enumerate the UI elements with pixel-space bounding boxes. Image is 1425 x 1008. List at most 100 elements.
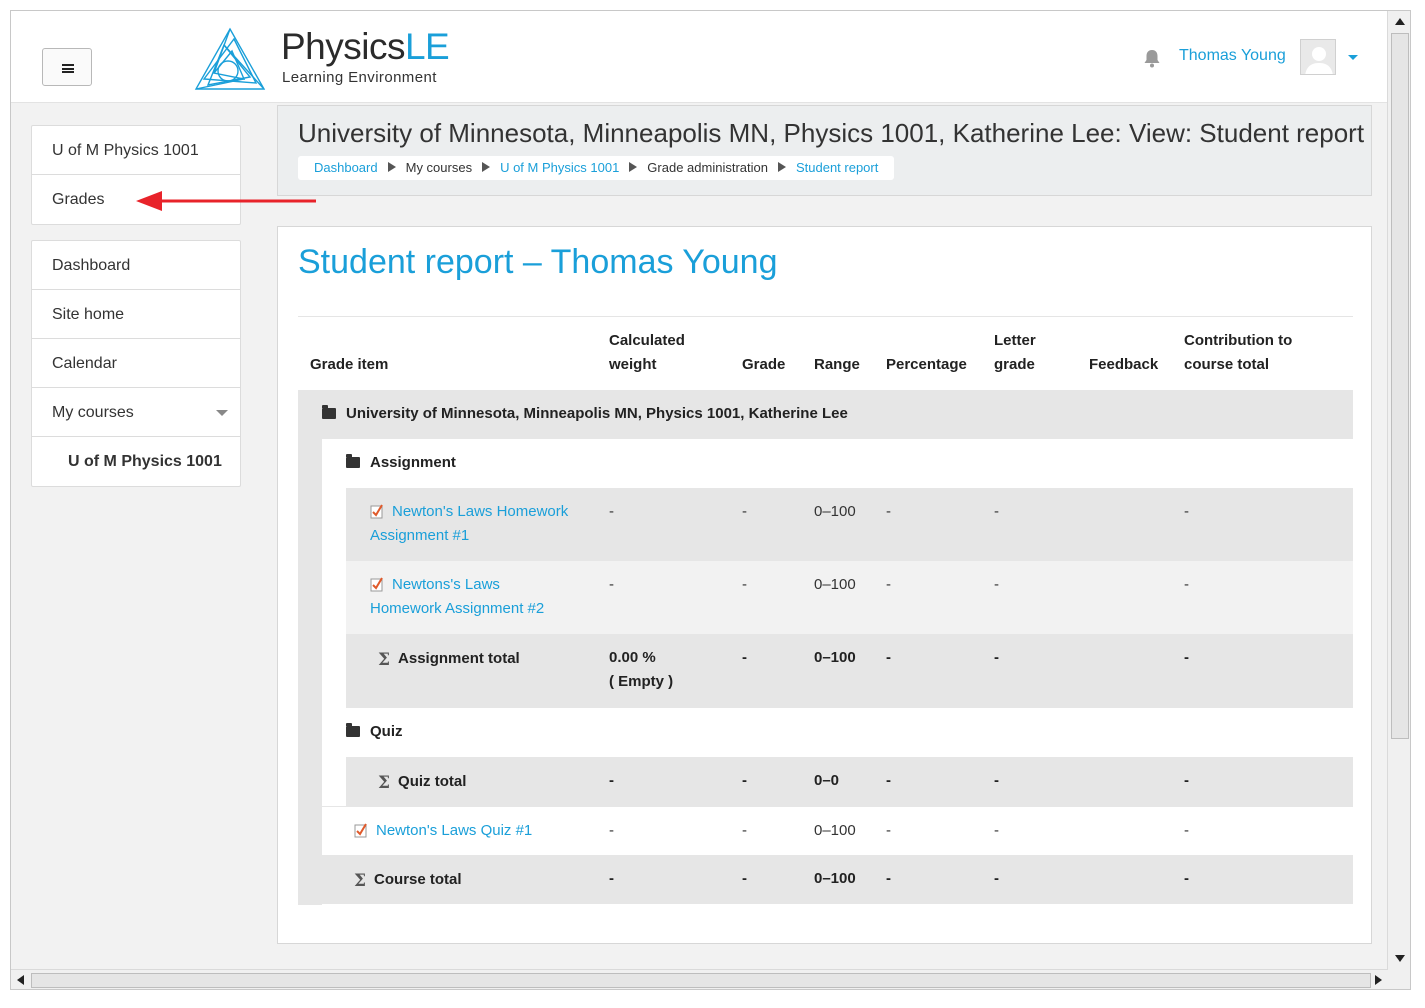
- nav-item-dashboard[interactable]: Dashboard: [32, 241, 240, 290]
- assignment-total-label: Σ Assignment total: [378, 646, 520, 671]
- quiz-category-label: Quiz: [346, 720, 403, 744]
- weight-cell: -: [609, 870, 614, 887]
- grade-item-cell: Newton's Laws Quiz #1: [354, 819, 532, 843]
- range-cell: 0–100: [814, 870, 856, 887]
- chevron-down-icon: [216, 410, 228, 416]
- grade-cell: -: [742, 822, 747, 839]
- breadcrumb-student-report[interactable]: Student report: [796, 160, 878, 175]
- vertical-scrollbar[interactable]: [1387, 11, 1410, 969]
- range-cell: 0–0: [814, 772, 840, 789]
- grade-item-cell: Newtons's Laws Homework Assignment #2: [370, 573, 600, 621]
- column-header-letter-line1: Letter: [994, 332, 1036, 349]
- course-total-text: Course total: [374, 871, 462, 888]
- brand-name-main: Physics: [281, 26, 405, 67]
- horizontal-scroll-thumb[interactable]: [31, 973, 1371, 988]
- percentage-cell: -: [886, 870, 891, 887]
- drawer-toggle-button[interactable]: [42, 48, 92, 86]
- nav-item-course-sub[interactable]: U of M Physics 1001: [32, 437, 240, 486]
- breadcrumb: Dashboard My courses U of M Physics 1001 Gr…: [298, 156, 895, 180]
- folder-icon: [322, 405, 336, 419]
- assignment-total-text: Assignment total: [398, 650, 520, 667]
- column-header-range: Range: [814, 356, 860, 373]
- grade-item-link[interactable]: Newtons's Laws: [392, 576, 500, 593]
- sigma-icon: Σ: [378, 650, 391, 670]
- column-header-grade-item: Grade item: [310, 356, 389, 373]
- grade-report-table: Grade item Calculated weight Grade Range…: [298, 316, 1353, 905]
- notification-bell-icon[interactable]: [1142, 47, 1162, 69]
- weight-cell: -: [609, 822, 614, 839]
- grade-item-link[interactable]: Newton's Laws Quiz #1: [376, 822, 532, 839]
- course-category-label: University of Minnesota, Minneapolis MN,…: [322, 402, 848, 426]
- percentage-cell: -: [886, 772, 891, 789]
- assignment-icon: [370, 577, 383, 592]
- contribution-cell: -: [1184, 870, 1189, 887]
- range-cell: 0–100: [814, 649, 856, 666]
- hamburger-icon: [62, 64, 74, 73]
- physics-logo-icon[interactable]: [194, 27, 266, 91]
- weight-cell: -: [609, 772, 614, 789]
- nav-item-calendar[interactable]: Calendar: [32, 339, 240, 388]
- letter-cell: -: [994, 870, 999, 887]
- grade-item-link-line2[interactable]: Homework Assignment #2: [370, 600, 544, 617]
- table-row: Newtons's Laws Homework Assignment #2 - -…: [346, 561, 1353, 634]
- column-header-grade: Grade: [742, 356, 786, 373]
- nav-item-my-courses[interactable]: My courses: [32, 388, 240, 437]
- contribution-cell: -: [1184, 503, 1189, 520]
- course-total-row: Σ Course total - - 0–100 - - -: [322, 855, 1353, 904]
- scroll-right-arrow-icon[interactable]: [1375, 975, 1382, 985]
- user-avatar[interactable]: [1300, 39, 1336, 75]
- folder-icon: [346, 723, 360, 737]
- nav-item-course[interactable]: U of M Physics 1001: [32, 126, 240, 175]
- contribution-cell: -: [1184, 576, 1189, 593]
- assignment-icon: [370, 504, 383, 519]
- weight-empty-note: ( Empty ): [609, 673, 674, 690]
- column-header-feedback: Feedback: [1089, 356, 1159, 373]
- assignment-category-row: Assignment: [322, 439, 1353, 488]
- breadcrumb-course[interactable]: U of M Physics 1001: [500, 160, 619, 175]
- column-header-percentage: Percentage: [886, 356, 967, 373]
- grade-item-link-line2[interactable]: Assignment #1: [370, 527, 469, 544]
- letter-cell: -: [994, 576, 999, 593]
- weight-cell: -: [609, 503, 614, 520]
- scroll-down-arrow-icon[interactable]: [1395, 955, 1405, 962]
- percentage-cell: -: [886, 822, 891, 839]
- default-user-icon: [1305, 47, 1333, 74]
- vertical-scroll-thumb[interactable]: [1391, 33, 1409, 739]
- brand-subtitle: Learning Environment: [282, 69, 437, 86]
- sigma-icon: Σ: [354, 871, 367, 891]
- grade-cell: -: [742, 772, 747, 789]
- column-header-weight-line2: weight: [609, 356, 657, 373]
- nesting-indent: [298, 439, 322, 905]
- brand-name[interactable]: PhysicsLE: [281, 25, 450, 69]
- assignment-category-text: Assignment: [370, 454, 456, 471]
- breadcrumb-dashboard[interactable]: Dashboard: [314, 160, 378, 175]
- column-header-weight-line1: Calculated: [609, 332, 685, 349]
- browser-window: PhysicsLE Learning Environment Thomas Yo…: [10, 10, 1411, 990]
- resize-grip[interactable]: [1388, 969, 1410, 989]
- quiz-total-label: Σ Quiz total: [378, 769, 466, 794]
- page-header: University of Minnesota, Minneapolis MN,…: [277, 105, 1372, 196]
- scroll-left-arrow-icon[interactable]: [17, 975, 24, 985]
- nav-drawer: U of M Physics 1001 Grades Dashboard Sit…: [11, 103, 261, 989]
- grade-item-link[interactable]: Newton's Laws Homework: [392, 503, 568, 520]
- scroll-up-arrow-icon[interactable]: [1395, 18, 1405, 25]
- table-row: Newton's Laws Homework Assignment #1 - - …: [346, 488, 1353, 561]
- user-menu-name[interactable]: Thomas Young: [1179, 47, 1286, 65]
- grade-cell: -: [742, 649, 747, 666]
- course-total-label: Σ Course total: [354, 867, 462, 892]
- letter-cell: -: [994, 503, 999, 520]
- page-title: University of Minnesota, Minneapolis MN,…: [298, 118, 1365, 148]
- report-title: Student report – Thomas Young: [298, 243, 778, 281]
- nav-item-site-home[interactable]: Site home: [32, 290, 240, 339]
- letter-cell: -: [994, 772, 999, 789]
- breadcrumb-my-courses: My courses: [405, 160, 473, 175]
- column-header-contribution-line1: Contribution to: [1184, 332, 1293, 349]
- quiz-category-text: Quiz: [370, 723, 403, 740]
- column-header-contribution-line2: course total: [1184, 356, 1270, 373]
- horizontal-scrollbar[interactable]: [11, 969, 1410, 989]
- user-menu-caret-icon[interactable]: [1348, 55, 1358, 60]
- table-header: Grade item Calculated weight Grade Range…: [298, 316, 1353, 388]
- assignment-total-row: Σ Assignment total 0.00 % ( Empty ) - 0–10…: [346, 634, 1353, 708]
- percentage-cell: -: [886, 503, 891, 520]
- grade-cell: -: [742, 503, 747, 520]
